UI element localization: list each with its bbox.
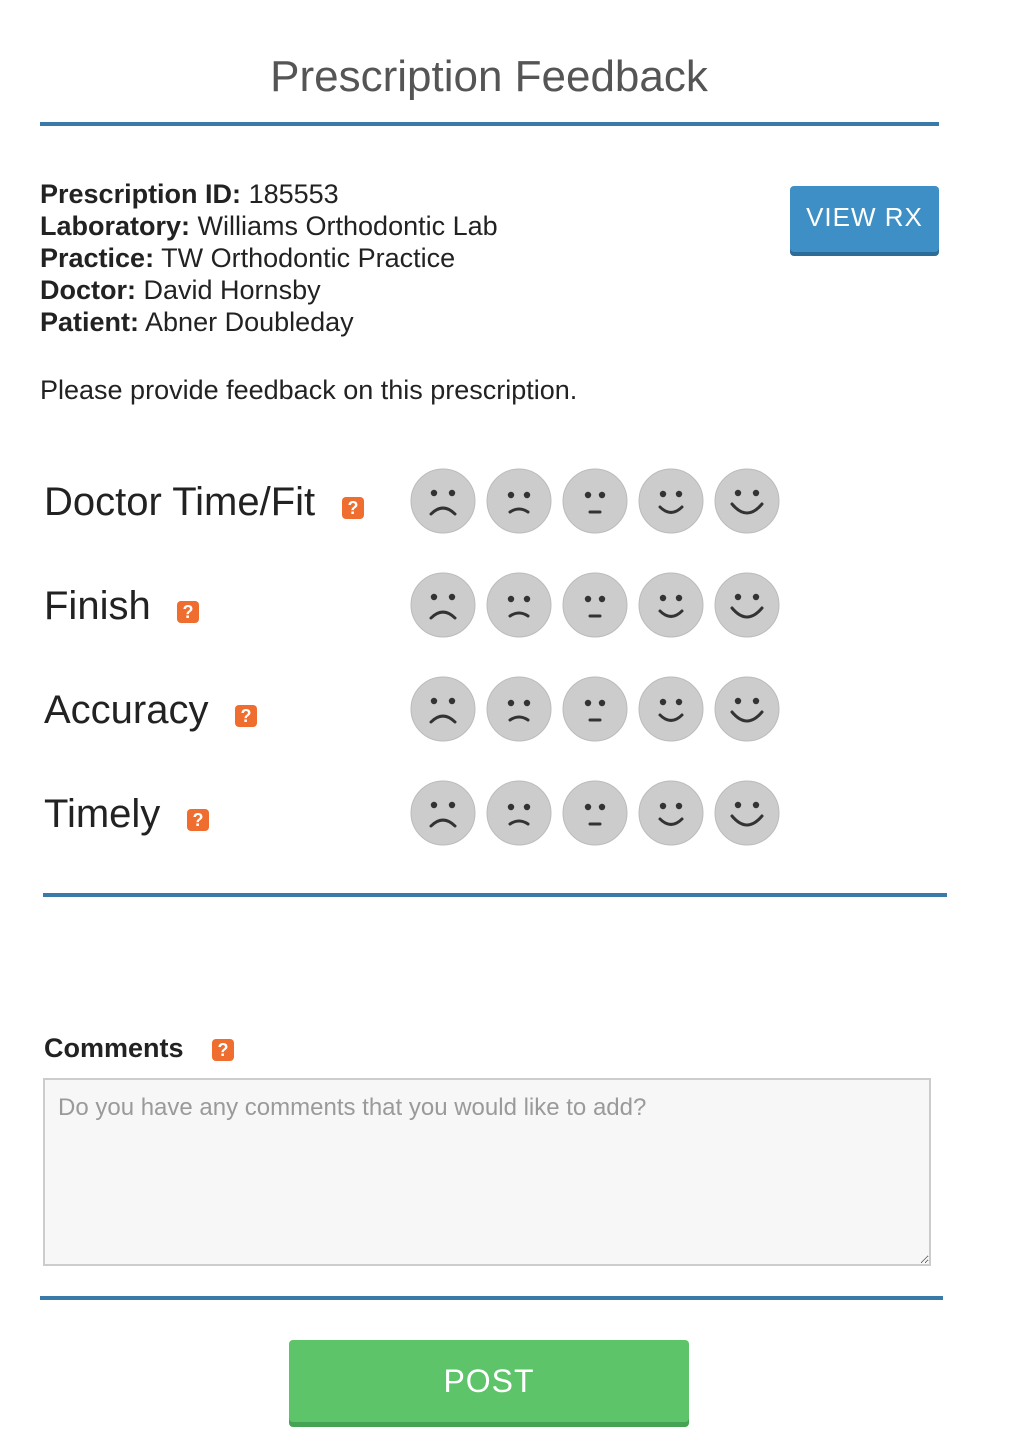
comments-label: Comments [44, 1032, 184, 1064]
info-laboratory: Laboratory: Williams Orthodontic Lab [40, 210, 498, 242]
info-label: Laboratory: [40, 211, 191, 241]
help-icon[interactable]: ? [177, 601, 199, 623]
post-button[interactable]: POST [289, 1340, 689, 1422]
rating-row-timely: Timely ? [44, 780, 804, 850]
info-value: 185553 [248, 179, 339, 209]
info-value: David Hornsby [143, 275, 321, 305]
help-icon[interactable]: ? [235, 705, 257, 727]
neutral-face-icon[interactable] [562, 780, 628, 846]
very-sad-face-icon[interactable] [410, 780, 476, 846]
info-value: Williams Orthodontic Lab [197, 211, 498, 241]
happy-face-icon[interactable] [638, 780, 704, 846]
page-title: Prescription Feedback [270, 52, 708, 101]
happy-face-icon[interactable] [638, 572, 704, 638]
sad-face-icon[interactable] [486, 780, 552, 846]
rating-label: Doctor Time/Fit [44, 480, 316, 524]
comments-textarea[interactable] [43, 1078, 931, 1266]
rating-label: Accuracy [44, 688, 209, 732]
help-icon[interactable]: ? [187, 809, 209, 831]
view-rx-button[interactable]: VIEW RX [790, 186, 939, 252]
happy-face-icon[interactable] [638, 468, 704, 534]
help-icon[interactable]: ? [342, 497, 364, 519]
neutral-face-icon[interactable] [562, 572, 628, 638]
info-value: Abner Doubleday [145, 307, 354, 337]
prescription-info: Prescription ID: 185553 Laboratory: Will… [40, 178, 498, 338]
rating-label: Timely [44, 792, 161, 836]
very-sad-face-icon[interactable] [410, 676, 476, 742]
title-divider [40, 122, 939, 126]
info-practice: Practice: TW Orthodontic Practice [40, 242, 498, 274]
sad-face-icon[interactable] [486, 572, 552, 638]
comments-label-text: Comments [44, 1033, 184, 1063]
very-happy-face-icon[interactable] [714, 780, 780, 846]
very-happy-face-icon[interactable] [714, 468, 780, 534]
rating-row-finish: Finish ? [44, 572, 804, 642]
info-label: Patient: [40, 307, 140, 337]
very-sad-face-icon[interactable] [410, 468, 476, 534]
comments-divider [40, 1296, 943, 1300]
neutral-face-icon[interactable] [562, 468, 628, 534]
rating-label: Finish [44, 584, 151, 628]
feedback-prompt: Please provide feedback on this prescrip… [40, 375, 578, 405]
sad-face-icon[interactable] [486, 676, 552, 742]
sad-face-icon[interactable] [486, 468, 552, 534]
info-label: Practice: [40, 243, 155, 273]
info-label: Prescription ID: [40, 179, 242, 209]
very-happy-face-icon[interactable] [714, 572, 780, 638]
rating-row-accuracy: Accuracy ? [44, 676, 804, 746]
info-prescription-id: Prescription ID: 185553 [40, 178, 498, 210]
happy-face-icon[interactable] [638, 676, 704, 742]
info-value: TW Orthodontic Practice [161, 243, 456, 273]
ratings-divider [43, 893, 947, 897]
info-patient: Patient: Abner Doubleday [40, 306, 498, 338]
help-icon[interactable]: ? [212, 1039, 234, 1061]
neutral-face-icon[interactable] [562, 676, 628, 742]
info-label: Doctor: [40, 275, 136, 305]
info-doctor: Doctor: David Hornsby [40, 274, 498, 306]
very-happy-face-icon[interactable] [714, 676, 780, 742]
very-sad-face-icon[interactable] [410, 572, 476, 638]
rating-row-doctor-time-fit: Doctor Time/Fit ? [44, 468, 804, 538]
